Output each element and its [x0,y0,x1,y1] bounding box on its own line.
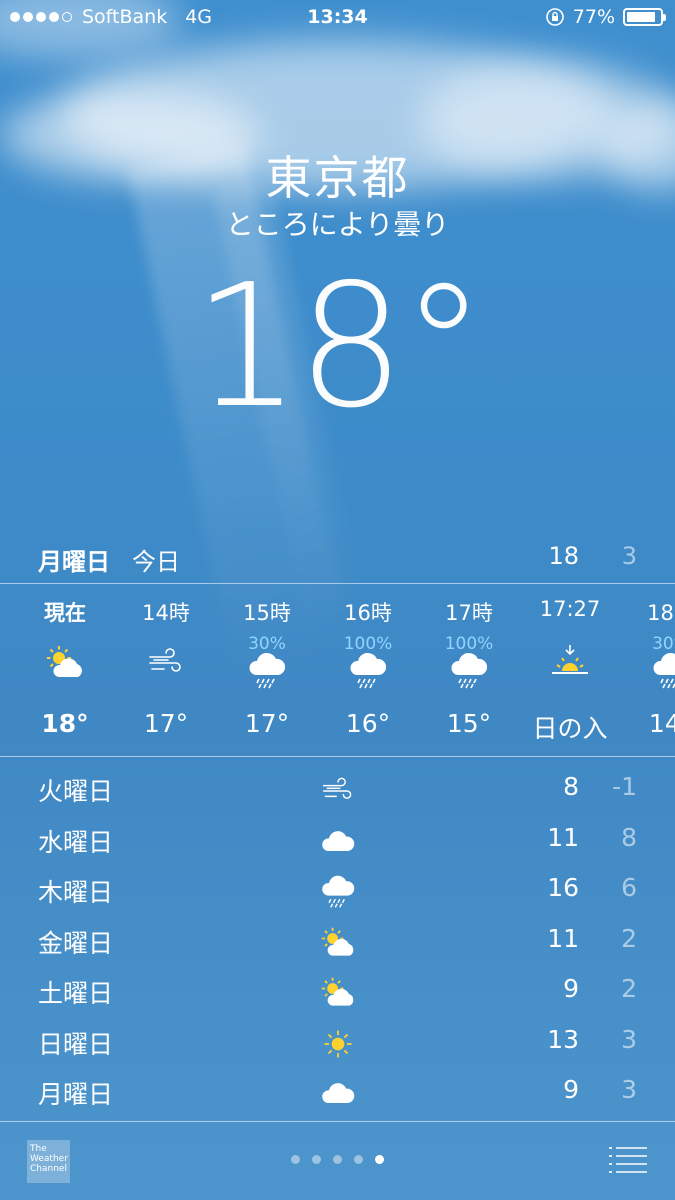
today-day: 月曜日 [38,548,110,576]
partly-sunny-icon [320,925,356,961]
hour-temp: 14° [648,709,675,738]
day-name: 日曜日 [38,1029,114,1059]
day-low: 3 [621,1075,637,1104]
today-label: 今日 [132,548,180,576]
daily-row: 日曜日 13 3 [0,1017,675,1068]
sun-icon [320,1026,356,1062]
weather-condition: ところにより曇り [225,208,450,241]
rotation-lock-icon [545,8,564,26]
hour-temp: 17° [143,709,189,738]
page-dot[interactable] [354,1155,363,1164]
city-name: 東京都 [265,151,410,205]
day-name: 金曜日 [38,928,114,958]
day-low: 2 [621,974,637,1003]
hour-temp: 17° [244,709,290,738]
rain-icon [449,651,489,691]
page-dot[interactable] [333,1155,342,1164]
rain-icon [247,651,287,691]
day-low: 2 [621,923,637,953]
daily-row: 水曜日 11 8 [0,815,675,866]
day-name: 木曜日 [38,878,114,907]
daily-forecast: 火曜日 8 -1 水曜日 11 8 木曜日 16 6 金曜日 11 2 土曜日 9 2 日曜日 13 3 月曜日 9 3 [0,764,675,1118]
wind-icon [320,773,356,809]
day-high: 11 [547,822,579,852]
day-high: 11 [547,923,579,953]
hour-time: 17:27 [539,597,601,621]
daily-row: 土曜日 9 2 [0,966,675,1017]
day-high: 9 [563,1075,579,1104]
hour-time: 15時 [243,601,291,625]
hour-time: 14時 [142,601,190,625]
page-dot[interactable] [291,1155,300,1164]
hourly-forecast[interactable]: 現在 18° 14時 17° 15時 30% 17° 16時 100% 16° 17時 100% 15°… [0,585,675,755]
day-name: 月曜日 [38,1080,114,1109]
day-low: 6 [621,873,637,902]
city-list-icon[interactable] [609,1144,647,1174]
day-low: 3 [621,1024,637,1054]
hourly-item: 16時 100% 16° [318,585,418,755]
divider [0,756,675,757]
day-low: 8 [621,822,637,852]
hourly-item: 17時 100% 15° [419,585,519,755]
partly-sunny-icon [320,975,356,1011]
cloud-icon [320,824,356,860]
today-low: 3 [621,542,637,570]
hourly-item: 18時30%14° [621,585,675,755]
hourly-item: 14時 17° [116,585,216,755]
hour-time: 現在 [44,601,86,625]
hourly-item: 15時 30% 17° [217,585,317,755]
divider [0,583,675,584]
rain-icon [320,874,356,910]
page-indicator[interactable] [0,1155,675,1164]
hour-temp: 18° [41,709,89,738]
hour-temp: 日の入 [532,714,608,743]
daily-row: 月曜日 9 3 [0,1067,675,1118]
battery-icon [623,8,666,26]
hour-temp: 15° [446,709,492,738]
day-high: 13 [547,1024,579,1054]
day-name: 水曜日 [38,827,114,857]
battery-percent: 77% [572,6,615,28]
day-high: 9 [563,974,579,1003]
hour-temp: 16° [345,709,391,738]
partly-sunny-icon [45,643,85,683]
daily-row: 木曜日 16 6 [0,865,675,916]
page-dot[interactable] [375,1155,384,1164]
day-high: 8 [563,772,579,801]
current-temperature: 18° [192,248,486,446]
rain-icon [651,651,675,691]
hourly-item: 17:27 日の入 [520,585,620,755]
cloud-icon [320,1076,356,1112]
day-low: -1 [612,772,637,801]
today-summary: 月曜日 今日 18 3 [0,540,675,584]
daily-row: 金曜日 11 2 [0,916,675,967]
rain-icon [348,651,388,691]
today-high: 18 [548,542,579,570]
daily-row: 火曜日 8 -1 [0,764,675,815]
day-name: 火曜日 [38,777,114,806]
sunset-icon [550,643,590,683]
page-dot[interactable] [312,1155,321,1164]
hourly-item: 現在 18° [15,585,115,755]
day-high: 16 [547,873,579,902]
hour-time: 16時 [344,601,392,625]
hour-time: 17時 [445,601,493,625]
status-bar: SoftBank 4G 13:34 77% [0,0,675,38]
bottom-bar: The Weather Channel [0,1122,675,1200]
wind-icon [146,643,186,683]
day-name: 土曜日 [38,979,114,1008]
hour-time: 18時 [647,601,675,625]
